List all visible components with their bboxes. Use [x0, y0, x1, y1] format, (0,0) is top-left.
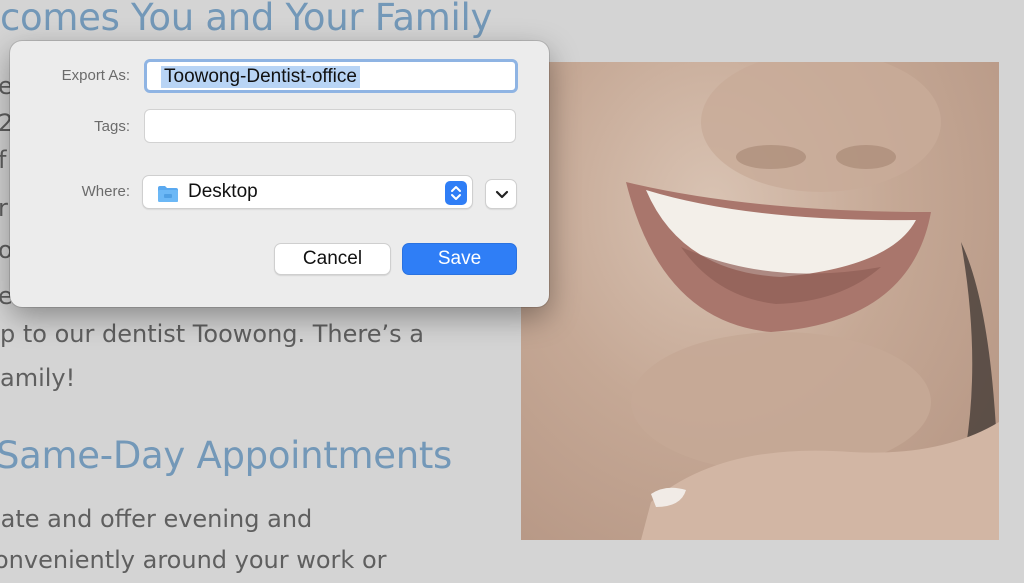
- body-fragment: f: [0, 146, 7, 174]
- body-text-line: amily!: [0, 364, 76, 392]
- where-value: Desktop: [188, 181, 258, 202]
- tags-label: Tags:: [94, 118, 130, 135]
- export-dialog: Export As: Toowong-Dentist-office Tags: …: [10, 41, 549, 307]
- expand-dialog-button[interactable]: [485, 179, 517, 209]
- body-text-line: p to our dentist Toowong. There’s a: [0, 320, 424, 348]
- where-popup-button[interactable]: Desktop: [142, 175, 473, 209]
- page-heading-welcome: comes You and Your Family: [0, 0, 493, 39]
- body-fragment: r: [0, 194, 8, 222]
- page-heading-same-day: Same-Day Appointments: [0, 434, 453, 477]
- save-button[interactable]: Save: [402, 243, 517, 275]
- up-down-chevron-icon: [445, 181, 467, 205]
- body-text-line: onveniently around your work or: [0, 546, 387, 574]
- where-label: Where:: [81, 183, 130, 200]
- export-as-value: Toowong-Dentist-office: [161, 66, 360, 88]
- smile-photo: [521, 62, 999, 540]
- cancel-button[interactable]: Cancel: [274, 243, 391, 275]
- export-as-input[interactable]: Toowong-Dentist-office: [144, 59, 518, 93]
- tags-input[interactable]: [144, 109, 516, 143]
- body-text-line: late and offer evening and: [0, 505, 313, 533]
- export-as-label: Export As:: [61, 67, 130, 84]
- folder-icon: [158, 186, 178, 202]
- chevron-down-icon: [495, 190, 509, 199]
